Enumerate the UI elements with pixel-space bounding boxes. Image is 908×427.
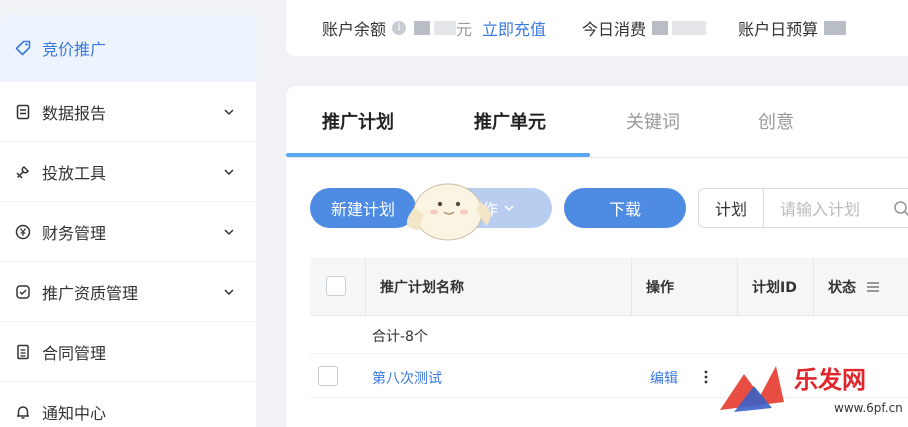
active-tab-indicator	[286, 153, 590, 157]
sidebar-item-label: 竞价推广	[42, 39, 107, 59]
today-spend: 今日消费	[582, 16, 707, 40]
document-icon	[14, 343, 32, 361]
sidebar-item-label: 投放工具	[42, 163, 107, 183]
account-summary-bar: 账户余额 i 元 立即充值 今日消费 账户日预算	[286, 0, 908, 56]
chevron-down-icon	[224, 168, 234, 175]
masked-balance	[414, 21, 431, 35]
edit-link[interactable]: 编辑	[650, 368, 678, 388]
column-header-status[interactable]: 状态	[814, 258, 908, 316]
sidebar: 竞价推广 数据报告 投放工具 财务管理 推广资质管理 合同管理 通知中心	[0, 14, 256, 427]
column-header-name[interactable]: 推广计划名称	[366, 258, 632, 316]
recharge-link[interactable]: 立即充值	[482, 16, 546, 40]
tab-keywords[interactable]: 关键词	[626, 108, 680, 134]
balance-label: 账户余额 i 元	[322, 16, 472, 40]
watermark-logo: 乐发网 www.6pf.cn	[720, 365, 903, 415]
column-header-ops: 操作	[632, 258, 738, 316]
bell-icon	[14, 403, 32, 421]
table-summary-row: 合计-8个	[310, 316, 908, 354]
sidebar-item-label: 推广资质管理	[42, 283, 139, 303]
plan-name-link[interactable]: 第八次测试	[372, 368, 442, 388]
tab-campaigns[interactable]: 推广计划	[322, 108, 394, 134]
watermark-url: www.6pf.cn	[834, 401, 903, 415]
sidebar-item-label: 数据报告	[42, 103, 107, 123]
watermark-text: 乐发网	[794, 365, 866, 394]
tab-bar: 推广计划 推广单元 关键词 创意	[286, 86, 908, 158]
sidebar-item-qualification[interactable]: 推广资质管理	[0, 262, 256, 322]
daily-budget: 账户日预算	[738, 16, 847, 40]
chevron-down-icon	[224, 108, 234, 115]
sidebar-item-reports[interactable]: 数据报告	[0, 82, 256, 142]
balance-unit: 元	[456, 20, 473, 39]
tag-icon	[14, 39, 32, 57]
tab-ad-groups[interactable]: 推广单元	[474, 108, 546, 134]
tool-icon	[14, 163, 32, 181]
masked-today-spend	[652, 21, 669, 35]
sidebar-item-notifications[interactable]: 通知中心	[0, 382, 256, 427]
search-input[interactable]: 请输入计划	[764, 188, 908, 228]
sidebar-item-label: 合同管理	[42, 343, 107, 363]
more-icon[interactable]	[704, 370, 708, 384]
yen-icon	[14, 223, 32, 241]
table-header: 推广计划名称 操作 计划ID 状态	[310, 258, 908, 316]
download-button[interactable]: 下载	[564, 188, 686, 228]
sidebar-item-bidding[interactable]: 竞价推广	[0, 14, 256, 82]
info-icon[interactable]: i	[392, 21, 407, 35]
mascot-bird-icon	[406, 183, 491, 241]
sidebar-item-tools[interactable]: 投放工具	[0, 142, 256, 202]
chevron-down-icon	[504, 205, 514, 212]
column-header-id[interactable]: 计划ID	[738, 258, 814, 316]
summary-count: 合计-8个	[372, 329, 428, 345]
search-scope-select[interactable]: 计划	[698, 188, 764, 228]
report-icon	[14, 103, 32, 121]
tab-creatives[interactable]: 创意	[758, 108, 794, 134]
search-icon[interactable]	[893, 200, 908, 218]
masked-balance-tail	[434, 21, 457, 35]
filter-menu-icon[interactable]	[866, 281, 880, 293]
chevron-down-icon	[224, 288, 234, 295]
sidebar-item-label: 财务管理	[42, 223, 107, 243]
sidebar-item-finance[interactable]: 财务管理	[0, 202, 256, 262]
row-checkbox[interactable]	[318, 366, 338, 386]
chevron-down-icon	[224, 228, 234, 235]
shield-check-icon	[14, 283, 32, 301]
sidebar-item-label: 通知中心	[42, 403, 107, 423]
masked-budget	[824, 21, 847, 35]
select-all-checkbox[interactable]	[326, 276, 346, 296]
sidebar-item-contracts[interactable]: 合同管理	[0, 322, 256, 382]
